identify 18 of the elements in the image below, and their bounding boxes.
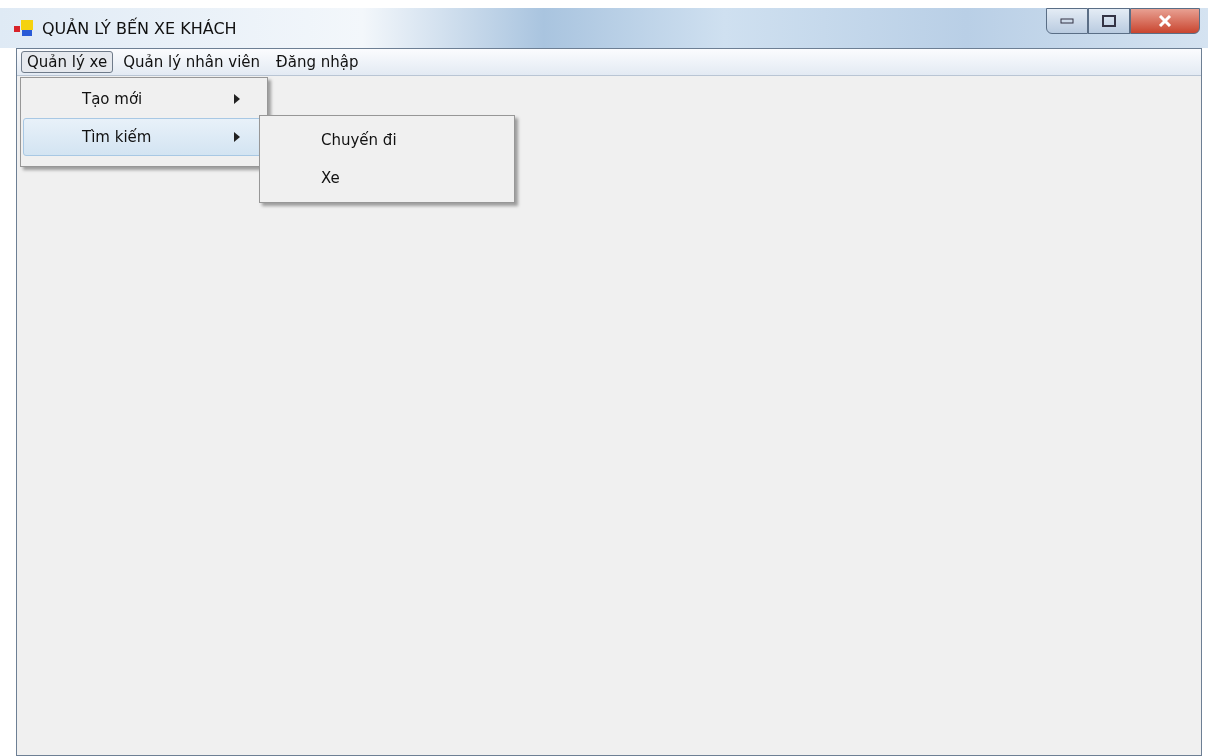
close-icon: [1158, 15, 1172, 27]
dropdown-item-label: Tìm kiếm: [82, 128, 153, 146]
submenu-arrow-icon: [234, 94, 240, 104]
minimize-button[interactable]: [1046, 8, 1088, 34]
close-button[interactable]: [1130, 8, 1200, 34]
submenu-item[interactable]: Chuyến đi: [262, 121, 512, 159]
minimize-icon: [1060, 18, 1074, 24]
menu-item[interactable]: Quản lý nhân viên: [117, 51, 267, 73]
submenu-arrow-icon: [234, 132, 240, 142]
menu-item[interactable]: Đăng nhập: [270, 51, 365, 73]
window-title: QUẢN LÝ BẾN XE KHÁCH: [42, 18, 238, 38]
menu-item[interactable]: Quản lý xe: [21, 51, 114, 73]
submenu-item[interactable]: Xe: [262, 159, 512, 197]
app-icon: [14, 19, 34, 37]
maximize-button[interactable]: [1088, 8, 1130, 34]
maximize-icon: [1102, 15, 1116, 27]
dropdown-item[interactable]: Tạo mới: [23, 80, 265, 118]
dropdown-item-label: Tạo mới: [82, 90, 144, 108]
